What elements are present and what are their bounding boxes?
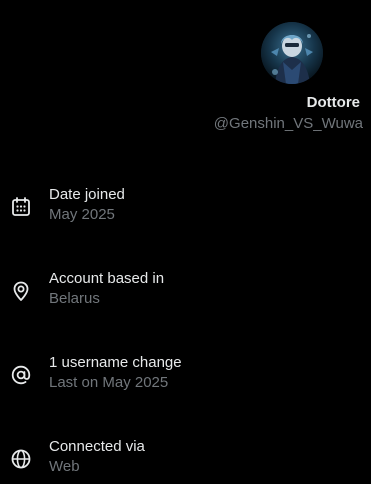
about-item-value: Belarus bbox=[49, 290, 100, 307]
display-name[interactable]: Dottore bbox=[307, 94, 360, 111]
about-item-value: Last on May 2025 bbox=[49, 374, 169, 391]
profile-header: Dottore @Genshin_VS_Wuwa bbox=[0, 0, 371, 140]
location-pin-icon bbox=[10, 280, 32, 302]
about-item-title: Account based in bbox=[49, 270, 165, 287]
avatar-image bbox=[261, 22, 323, 84]
about-item-value: May 2025 bbox=[49, 206, 115, 223]
about-item-date-joined: Date joined May 2025 bbox=[0, 186, 371, 230]
about-item-title: Connected via bbox=[49, 438, 145, 455]
about-item-title: Date joined bbox=[49, 186, 125, 203]
calendar-icon bbox=[10, 196, 32, 218]
about-item-connected-via: Connected via Web bbox=[0, 438, 371, 482]
about-item-username-change: 1 username change Last on May 2025 bbox=[0, 354, 371, 398]
about-item-account-based-in: Account based in Belarus bbox=[0, 270, 371, 314]
globe-icon bbox=[10, 448, 32, 470]
avatar[interactable] bbox=[261, 22, 323, 84]
username-handle: @Genshin_VS_Wuwa bbox=[213, 115, 363, 132]
about-item-value: Web bbox=[49, 458, 80, 475]
at-sign-icon bbox=[10, 364, 32, 386]
about-item-title: 1 username change bbox=[49, 354, 182, 371]
